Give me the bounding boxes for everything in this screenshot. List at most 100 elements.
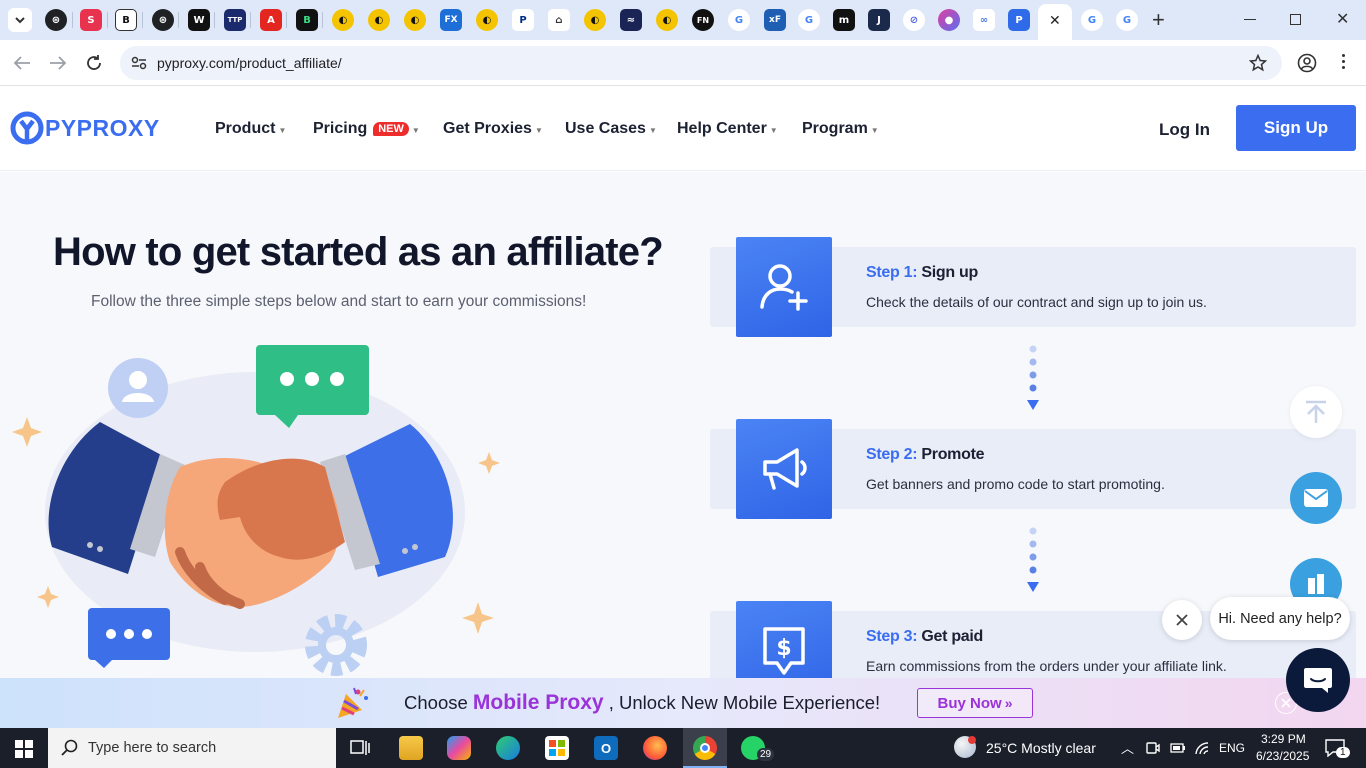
- tray-chevron-up-icon[interactable]: ︿: [1121, 738, 1134, 757]
- tab-search-button[interactable]: [8, 8, 32, 32]
- chevron-down-icon: ▼: [769, 126, 778, 135]
- tab-b-icon[interactable]: B: [115, 9, 137, 31]
- back-to-top-button[interactable]: [1290, 386, 1342, 438]
- tab-yellow-icon[interactable]: ◐: [332, 9, 354, 31]
- tab-m-icon[interactable]: m: [833, 9, 855, 31]
- tab-j-icon[interactable]: J: [868, 9, 890, 31]
- outlook-icon[interactable]: O: [594, 736, 618, 760]
- tab-chart-icon[interactable]: ⌂: [548, 9, 570, 31]
- email-contact-button[interactable]: [1290, 472, 1342, 524]
- tab-google-icon[interactable]: G: [1116, 9, 1138, 31]
- tab-fx-icon[interactable]: FX: [440, 9, 462, 31]
- tab-p-blue-icon[interactable]: P: [1008, 9, 1030, 31]
- signup-button[interactable]: Sign Up: [1236, 105, 1356, 151]
- tab-google-icon[interactable]: G: [798, 9, 820, 31]
- clock-date[interactable]: 6/23/2025: [1256, 749, 1309, 763]
- new-tab-button[interactable]: +: [1152, 7, 1165, 33]
- back-icon[interactable]: [13, 55, 31, 71]
- nav-label: Get Proxies: [443, 120, 532, 137]
- tab-divider: [214, 12, 215, 28]
- promo-banner: Choose Mobile Proxy , Unlock New Mobile …: [0, 678, 1366, 728]
- battery-icon[interactable]: [1170, 742, 1186, 754]
- chevron-down-icon: [15, 17, 25, 24]
- profile-icon[interactable]: [1297, 53, 1317, 73]
- address-bar[interactable]: pyproxy.com/product_affiliate/: [120, 46, 1282, 80]
- chat-launcher-button[interactable]: [1286, 648, 1350, 712]
- store-icon[interactable]: [545, 736, 569, 760]
- tab-google-icon[interactable]: G: [728, 9, 750, 31]
- copilot-icon[interactable]: [447, 736, 471, 760]
- tab-b-green-icon[interactable]: B: [296, 9, 318, 31]
- tab-yellow-icon[interactable]: ◐: [656, 9, 678, 31]
- tab-divider: [286, 12, 287, 28]
- tab-openai-icon[interactable]: ⊛: [45, 9, 67, 31]
- tab-slash-icon[interactable]: ⊘: [903, 9, 925, 31]
- search-icon: [61, 739, 78, 756]
- nav-pricing[interactable]: Pricing NEW ▼: [313, 120, 420, 138]
- tab-copilot-icon[interactable]: ●: [938, 9, 960, 31]
- reload-icon[interactable]: [85, 54, 103, 72]
- tab-yellow-icon[interactable]: ◐: [368, 9, 390, 31]
- tab-openai-icon[interactable]: ⊛: [152, 9, 174, 31]
- wifi-icon[interactable]: [1194, 741, 1210, 755]
- edge-icon[interactable]: [496, 736, 520, 760]
- taskbar-search[interactable]: Type here to search: [48, 728, 336, 768]
- tab-s-icon[interactable]: S: [80, 9, 102, 31]
- nav-program[interactable]: Program ▼: [802, 120, 879, 138]
- browser-menu-icon[interactable]: [1342, 54, 1346, 69]
- nav-label: Pricing: [313, 120, 368, 137]
- tab-w-icon[interactable]: W: [188, 9, 210, 31]
- task-view-icon[interactable]: [350, 739, 370, 757]
- tab-fn-icon[interactable]: FN: [692, 9, 714, 31]
- clock-time[interactable]: 3:29 PM: [1261, 732, 1306, 746]
- language-indicator[interactable]: ENG: [1219, 741, 1245, 755]
- login-link[interactable]: Log In: [1159, 120, 1210, 140]
- file-explorer-icon[interactable]: [399, 736, 423, 760]
- site-info-icon[interactable]: [131, 56, 147, 70]
- restore-icon[interactable]: [1290, 14, 1301, 25]
- tab-divider: [142, 12, 143, 28]
- buy-now-button[interactable]: Buy Now»: [917, 688, 1033, 718]
- tab-a-icon[interactable]: A: [260, 9, 282, 31]
- forward-icon[interactable]: [49, 55, 67, 71]
- tab-dark-icon[interactable]: ≈: [620, 9, 642, 31]
- whatsapp-badge: 29: [757, 748, 775, 761]
- tab-yellow-icon[interactable]: ◐: [476, 9, 498, 31]
- tab-link-icon[interactable]: ∞: [973, 9, 995, 31]
- chrome-taskbar-active[interactable]: [683, 728, 727, 768]
- chat-dismiss-button[interactable]: [1162, 600, 1202, 640]
- chat-greeting[interactable]: Hi. Need any help?: [1210, 597, 1350, 640]
- chevron-down-icon: ▼: [648, 126, 657, 135]
- step-connector-2: [1027, 527, 1039, 592]
- nav-product[interactable]: Product ▼: [215, 120, 286, 138]
- step-number: Step 3:: [866, 628, 918, 645]
- meet-now-icon[interactable]: [1146, 741, 1160, 755]
- tab-active[interactable]: ✕: [1038, 4, 1072, 40]
- tab-xf-icon[interactable]: xF: [764, 9, 786, 31]
- weather-text[interactable]: 25°C Mostly clear: [986, 740, 1096, 756]
- tab-close-icon[interactable]: ✕: [1049, 12, 1061, 29]
- tab-ttp-icon[interactable]: TTP: [224, 9, 246, 31]
- megaphone-icon: [763, 448, 807, 490]
- minimize-icon[interactable]: [1244, 19, 1256, 20]
- tab-yellow-icon[interactable]: ◐: [404, 9, 426, 31]
- bookmark-star-icon[interactable]: [1249, 54, 1267, 72]
- promo-suffix: , Unlock New Mobile Experience!: [603, 692, 881, 713]
- step-number: Step 1:: [866, 264, 918, 281]
- arrow-up-icon: [1306, 400, 1326, 423]
- nav-use-cases[interactable]: Use Cases ▼: [565, 120, 657, 138]
- nav-get-proxies[interactable]: Get Proxies ▼: [443, 120, 543, 138]
- tab-google-icon[interactable]: G: [1081, 9, 1103, 31]
- tab-paypal-icon[interactable]: P: [512, 9, 534, 31]
- logo[interactable]: PYPROXY: [10, 111, 160, 145]
- svg-text:$: $: [776, 636, 791, 661]
- notification-count: 1: [1336, 747, 1350, 758]
- firefox-icon[interactable]: [643, 736, 667, 760]
- dollar-receipt-icon: $: [763, 627, 805, 675]
- tab-divider: [322, 12, 323, 28]
- nav-help-center[interactable]: Help Center ▼: [677, 120, 778, 138]
- windows-start-icon[interactable]: [15, 740, 33, 758]
- tab-yellow-icon[interactable]: ◐: [584, 9, 606, 31]
- step-icon-2: [736, 419, 832, 519]
- window-close-icon[interactable]: ✕: [1336, 9, 1349, 29]
